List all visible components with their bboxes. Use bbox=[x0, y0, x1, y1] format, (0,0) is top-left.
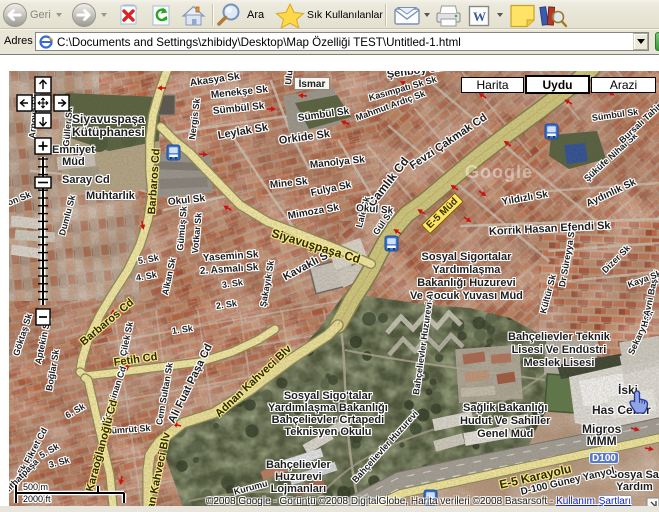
svg-text:500 m: 500 m bbox=[23, 482, 48, 492]
svg-text:2000 ft: 2000 ft bbox=[23, 494, 51, 504]
svg-text:W: W bbox=[473, 9, 486, 24]
svg-text:Sık Kullanılanlar: Sık Kullanılanlar bbox=[307, 9, 383, 21]
svg-text:Ara: Ara bbox=[247, 9, 265, 21]
svg-text:Geri: Geri bbox=[30, 9, 51, 21]
